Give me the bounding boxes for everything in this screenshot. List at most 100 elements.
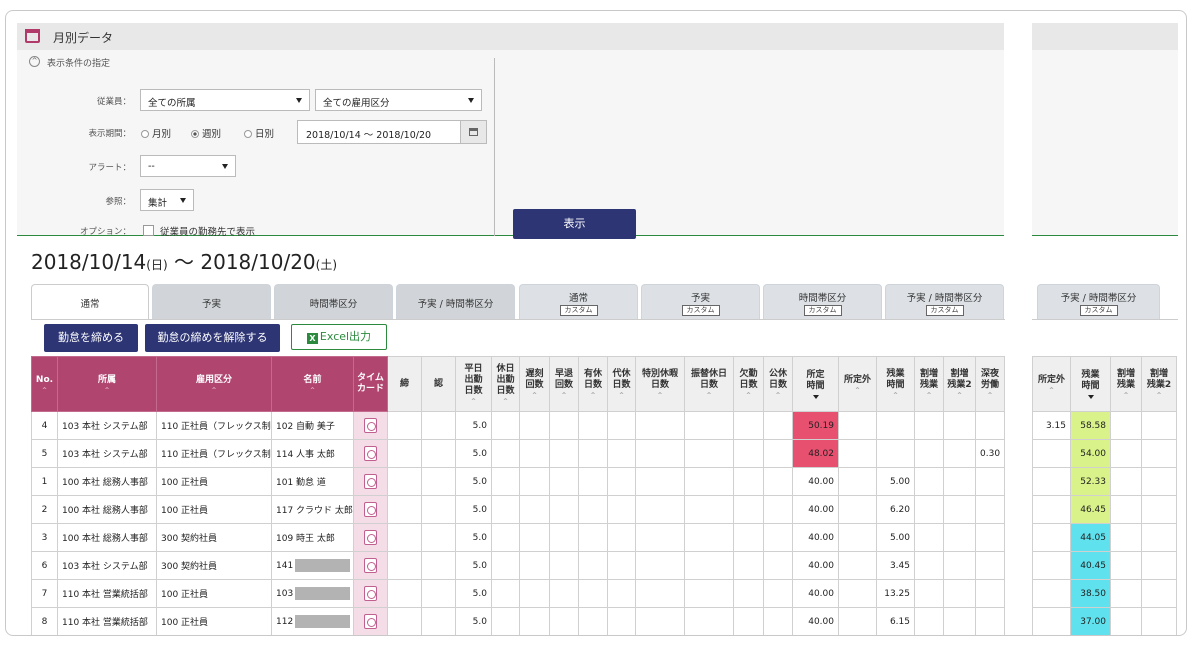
table-row[interactable]: 3.15 58.58 bbox=[1032, 411, 1177, 440]
row-timecard[interactable] bbox=[353, 495, 388, 524]
table-row[interactable]: 52.33 bbox=[1032, 467, 1177, 496]
timecard-icon[interactable] bbox=[364, 446, 377, 461]
col-r-non-scheduled[interactable]: 所定外 ^ bbox=[1032, 356, 1071, 412]
row-r-premium2 bbox=[1141, 467, 1177, 496]
table-row[interactable]: 6 103 本社 システム部 300 契約社員 141 5.0 40.00 3.45 bbox=[31, 551, 1005, 580]
col-comp-leave[interactable]: 代休 日数 ^ bbox=[607, 356, 636, 412]
col-premium-overtime[interactable]: 割増 残業 ^ bbox=[914, 356, 944, 412]
row-name[interactable]: 102 自動 美子 bbox=[271, 411, 354, 440]
date-range-input[interactable]: 2018/10/14 ～ 2018/10/20 bbox=[297, 120, 461, 144]
tab-timeband-custom[interactable]: 時間帯区分 カスタム bbox=[763, 284, 882, 319]
radio-month[interactable]: 月別 bbox=[141, 126, 171, 140]
col-late-night[interactable]: 深夜 労働 ^ bbox=[975, 356, 1005, 412]
col-emptype[interactable]: 雇用区分 ^ bbox=[156, 356, 272, 412]
col-scheduled-hours[interactable]: 所定 時間 bbox=[792, 356, 839, 412]
excel-export-button[interactable]: X Excel出力 bbox=[291, 324, 387, 350]
tab-underline bbox=[31, 319, 1005, 320]
show-button[interactable]: 表示 bbox=[513, 209, 636, 239]
timecard-icon[interactable] bbox=[364, 418, 377, 433]
option-checkbox[interactable] bbox=[143, 225, 154, 236]
col-substitute-holiday[interactable]: 振替休日 日数 ^ bbox=[684, 356, 734, 412]
table-row[interactable]: 38.50 bbox=[1032, 579, 1177, 608]
table-row[interactable]: 3 100 本社 総務人事部 300 契約社員 109 時王 太郎 5.0 40.00 5.… bbox=[31, 523, 1005, 552]
col-overtime-hours[interactable]: 残業 時間 ^ bbox=[876, 356, 915, 412]
col-public-holiday[interactable]: 公休 日数 ^ bbox=[763, 356, 793, 412]
row-empty-cell bbox=[578, 439, 608, 468]
row-name[interactable]: 141 bbox=[271, 551, 354, 580]
custom-badge: カスタム bbox=[681, 305, 720, 316]
unclose-attendance-button[interactable]: 勤怠の締めを解除する bbox=[145, 324, 280, 352]
col-r-premium[interactable]: 割増 残業 ^ bbox=[1110, 356, 1142, 412]
timecard-icon[interactable] bbox=[364, 474, 377, 489]
table-row[interactable]: 54.00 bbox=[1032, 439, 1177, 468]
tab-yojitsu-timeband[interactable]: 予実 / 時間帯区分 bbox=[396, 284, 515, 319]
row-timecard[interactable] bbox=[353, 607, 388, 635]
col-premium-overtime2[interactable]: 割増 残業2 ^ bbox=[943, 356, 976, 412]
col-r-premium2[interactable]: 割増 残業2 ^ bbox=[1141, 356, 1177, 412]
table-row[interactable]: 1 100 本社 総務人事部 100 正社員 101 勤怠 道 5.0 40.00 5.00 bbox=[31, 467, 1005, 496]
col-dept[interactable]: 所属 ^ bbox=[57, 356, 157, 412]
row-empty-cell bbox=[491, 439, 520, 468]
radio-week[interactable]: 週別 bbox=[191, 126, 221, 140]
close-attendance-button[interactable]: 勤怠を締める bbox=[44, 324, 138, 352]
row-timecard[interactable] bbox=[353, 467, 388, 496]
timecard-icon[interactable] bbox=[364, 502, 377, 517]
timecard-icon[interactable] bbox=[364, 586, 377, 601]
row-non-scheduled bbox=[838, 607, 877, 635]
period-end: 2018/10/20 bbox=[200, 250, 316, 274]
row-timecard[interactable] bbox=[353, 523, 388, 552]
table-row[interactable]: 40.45 bbox=[1032, 551, 1177, 580]
col-weekday-days[interactable]: 平日 出勤 日数 ^ bbox=[455, 356, 492, 412]
tab-timeband[interactable]: 時間帯区分 bbox=[274, 284, 393, 319]
header-label: 残業 bbox=[919, 380, 938, 390]
tab-yojitsu-custom[interactable]: 予実 カスタム bbox=[641, 284, 760, 319]
ref-select[interactable]: 集計 bbox=[140, 189, 194, 211]
table-row[interactable]: 37.00 bbox=[1032, 607, 1177, 635]
col-no[interactable]: No. ^ bbox=[31, 356, 58, 412]
col-absence[interactable]: 欠勤 日数 ^ bbox=[733, 356, 764, 412]
dept-select[interactable]: 全ての所属 bbox=[140, 89, 310, 111]
sort-icon: ^ bbox=[211, 386, 217, 394]
ref-select-value: 集計 bbox=[148, 198, 168, 209]
row-timecard[interactable] bbox=[353, 551, 388, 580]
row-timecard[interactable] bbox=[353, 411, 388, 440]
col-r-overtime[interactable]: 残業 時間 bbox=[1070, 356, 1111, 412]
row-overtime-hours: 5.00 bbox=[876, 467, 915, 496]
row-name[interactable]: 103 bbox=[271, 579, 354, 608]
timecard-icon[interactable] bbox=[364, 530, 377, 545]
right-tab-yojitsu-timeband-custom[interactable]: 予実 / 時間帯区分 カスタム bbox=[1037, 284, 1160, 319]
tab-normal[interactable]: 通常 bbox=[31, 284, 149, 320]
collapse-icon[interactable]: ^ bbox=[29, 56, 40, 67]
col-name[interactable]: 名前 ^ bbox=[271, 356, 354, 412]
tab-yojitsu-timeband-custom[interactable]: 予実 / 時間帯区分 カスタム bbox=[885, 284, 1004, 319]
date-picker-button[interactable] bbox=[460, 120, 487, 144]
col-early[interactable]: 早退 回数 ^ bbox=[549, 356, 579, 412]
timecard-icon[interactable] bbox=[364, 558, 377, 573]
col-paid-leave[interactable]: 有休 日数 ^ bbox=[578, 356, 608, 412]
tab-yojitsu[interactable]: 予実 bbox=[152, 284, 271, 319]
row-timecard[interactable] bbox=[353, 579, 388, 608]
right-tab-underline bbox=[1032, 319, 1178, 320]
col-non-scheduled[interactable]: 所定外 ^ bbox=[838, 356, 877, 412]
row-name[interactable]: 112 bbox=[271, 607, 354, 635]
table-row[interactable]: 2 100 本社 総務人事部 100 正社員 117 クラウド 太郎 5.0 40.00 6… bbox=[31, 495, 1005, 524]
timecard-icon[interactable] bbox=[364, 614, 377, 629]
col-holiday-days[interactable]: 休日 出勤 日数 ^ bbox=[491, 356, 520, 412]
table-row[interactable]: 5 103 本社 システム部 110 正社員（フレックス制） 114 人事 太郎 5.0… bbox=[31, 439, 1005, 468]
alert-select[interactable]: -- bbox=[140, 155, 236, 177]
row-timecard[interactable] bbox=[353, 439, 388, 468]
radio-day[interactable]: 日別 bbox=[244, 126, 274, 140]
table-row[interactable]: 44.05 bbox=[1032, 523, 1177, 552]
table-row[interactable]: 8 110 本社 営業統括部 100 正社員 112 5.0 40.00 6.15 bbox=[31, 607, 1005, 635]
row-name[interactable]: 114 人事 太郎 bbox=[271, 439, 354, 468]
tab-normal-custom[interactable]: 通常 カスタム bbox=[519, 284, 638, 319]
col-special-leave[interactable]: 特別休暇 日数 ^ bbox=[635, 356, 685, 412]
table-row[interactable]: 46.45 bbox=[1032, 495, 1177, 524]
table-row[interactable]: 4 103 本社 システム部 110 正社員（フレックス制） 102 自動 美子 5.0… bbox=[31, 411, 1005, 440]
col-late[interactable]: 遅刻 回数 ^ bbox=[519, 356, 550, 412]
row-name[interactable]: 109 時王 太郎 bbox=[271, 523, 354, 552]
row-name[interactable]: 117 クラウド 太郎 bbox=[271, 495, 354, 524]
table-row[interactable]: 7 110 本社 営業統括部 100 正社員 103 5.0 40.00 13.25 bbox=[31, 579, 1005, 608]
emptype-select[interactable]: 全ての雇用区分 bbox=[315, 89, 482, 111]
row-name[interactable]: 101 勤怠 道 bbox=[271, 467, 354, 496]
